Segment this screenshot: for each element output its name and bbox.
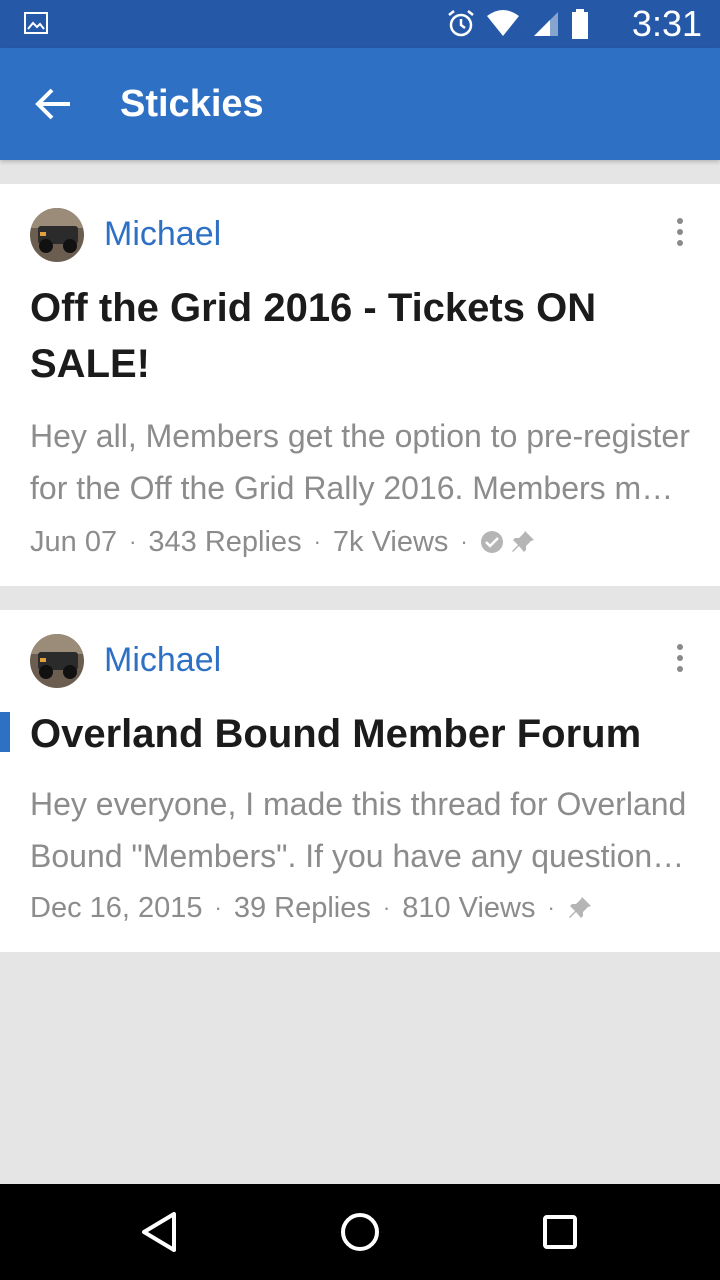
status-bar: 3:31 bbox=[0, 0, 720, 48]
more-options-icon[interactable] bbox=[668, 218, 692, 258]
avatar[interactable] bbox=[30, 208, 84, 262]
navigation-bar bbox=[0, 1184, 720, 1280]
avatar[interactable] bbox=[30, 634, 84, 688]
app-bar: Stickies bbox=[0, 48, 720, 160]
home-circle-icon[interactable] bbox=[336, 1208, 384, 1256]
gallery-icon bbox=[24, 12, 48, 34]
pin-icon bbox=[511, 531, 534, 552]
answered-check-icon bbox=[480, 531, 503, 553]
thread-replies: 343 Replies bbox=[148, 526, 302, 558]
thread-date: Jun 07 bbox=[30, 526, 118, 558]
thread-date: Dec 16, 2015 bbox=[30, 892, 203, 924]
arrow-left-icon[interactable] bbox=[30, 82, 74, 126]
thread-author[interactable]: Michael bbox=[104, 214, 221, 254]
cell-signal-icon bbox=[534, 12, 558, 36]
back-triangle-icon[interactable] bbox=[136, 1208, 184, 1256]
thread-meta: Jun 07 · 343 Replies · 7k Views · bbox=[30, 524, 536, 560]
alarm-icon bbox=[448, 10, 474, 37]
page-title: Stickies bbox=[120, 83, 264, 125]
pin-icon bbox=[568, 897, 591, 918]
thread-snippet: Hey all, Members get the option to pre-r… bbox=[30, 418, 690, 506]
status-clock: 3:31 bbox=[631, 3, 702, 44]
wifi-icon bbox=[487, 10, 519, 36]
thread-views: 810 Views bbox=[402, 892, 536, 924]
recents-square-icon[interactable] bbox=[536, 1208, 584, 1256]
thread-title[interactable]: Off the Grid 2016 - Tickets ON SALE! bbox=[30, 280, 690, 392]
thread-replies: 39 Replies bbox=[233, 892, 371, 924]
thread-title[interactable]: Overland Bound Member Forum bbox=[30, 706, 690, 762]
more-options-icon[interactable] bbox=[668, 644, 692, 684]
thread-snippet: Hey everyone, I made this thread for Ove… bbox=[30, 786, 687, 874]
thread-card[interactable]: Michael Off the Grid 2016 - Tickets ON S… bbox=[0, 184, 720, 586]
thread-meta: Dec 16, 2015 · 39 Replies · 810 Views · bbox=[30, 890, 593, 926]
unread-indicator bbox=[0, 712, 10, 752]
thread-author[interactable]: Michael bbox=[104, 640, 221, 680]
thread-views: 7k Views bbox=[332, 526, 449, 558]
battery-icon bbox=[572, 9, 588, 39]
thread-card[interactable]: Michael Overland Bound Member Forum Hey … bbox=[0, 610, 720, 952]
